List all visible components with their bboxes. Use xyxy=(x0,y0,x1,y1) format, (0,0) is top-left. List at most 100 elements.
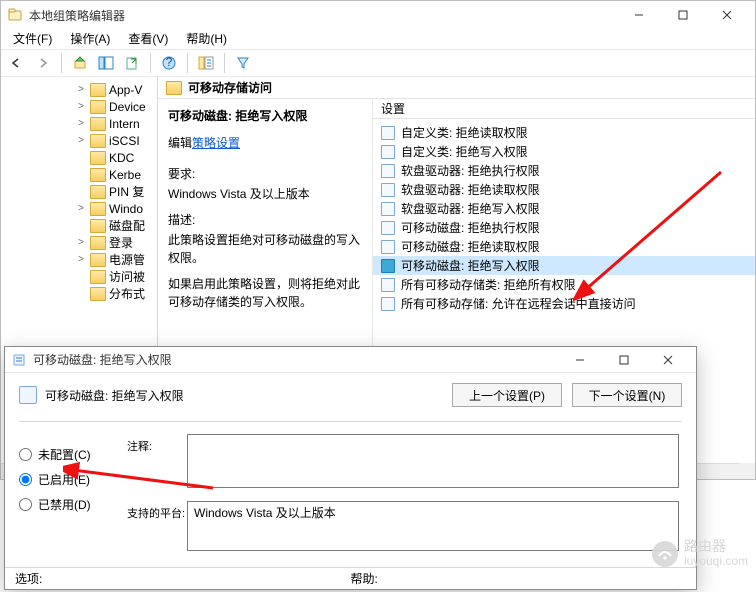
settings-list-item[interactable]: 自定义类: 拒绝读取权限 xyxy=(373,123,755,142)
selected-policy-name: 可移动磁盘: 拒绝写入权限 xyxy=(168,107,362,124)
tree-node[interactable]: Kerbe xyxy=(1,166,157,183)
tree-node-label: 磁盘配 xyxy=(109,217,145,234)
radio-enabled[interactable]: 已启用(E) xyxy=(19,471,127,488)
scrollbar-corner xyxy=(739,463,755,479)
detail-header: 可移动存储访问 xyxy=(158,77,755,99)
settings-list-item[interactable]: 可移动磁盘: 拒绝读取权限 xyxy=(373,237,755,256)
settings-list-item[interactable]: 所有可移动存储类: 拒绝所有权限 xyxy=(373,275,755,294)
tree-caret-icon[interactable]: > xyxy=(75,84,87,95)
policy-icon xyxy=(381,164,395,178)
tree-node[interactable]: > 电源管 xyxy=(1,251,157,268)
settings-list-item[interactable]: 所有可移动存储: 允许在远程会话中直接访问 xyxy=(373,294,755,313)
folder-icon xyxy=(90,270,106,284)
close-button[interactable] xyxy=(705,1,749,29)
policy-icon xyxy=(381,145,395,159)
policy-icon xyxy=(381,202,395,216)
policy-icon xyxy=(381,126,395,140)
settings-head-label: 设置 xyxy=(381,100,405,117)
platform-box: Windows Vista 及以上版本 xyxy=(187,501,679,551)
settings-list-item[interactable]: 可移动磁盘: 拒绝执行权限 xyxy=(373,218,755,237)
help-label: 帮助: xyxy=(351,570,687,587)
tree-caret-icon[interactable]: > xyxy=(75,203,87,214)
show-hide-tree-button[interactable] xyxy=(94,51,118,75)
tree-caret-icon[interactable]: > xyxy=(75,118,87,129)
tree-caret-icon[interactable]: > xyxy=(75,135,87,146)
platform-value: Windows Vista 及以上版本 xyxy=(194,506,336,520)
help-button[interactable]: ? xyxy=(157,51,181,75)
tree-node-label: Intern xyxy=(109,117,140,131)
tree-node[interactable]: KDC xyxy=(1,149,157,166)
radio-disabled[interactable]: 已禁用(D) xyxy=(19,496,127,513)
dialog-maximize-button[interactable] xyxy=(602,347,646,373)
comment-row: 注释: xyxy=(127,434,682,491)
menu-action[interactable]: 操作(A) xyxy=(62,29,118,49)
settings-list-item[interactable]: 可移动磁盘: 拒绝写入权限 xyxy=(373,256,755,275)
dialog-body: 可移动磁盘: 拒绝写入权限 上一个设置(P) 下一个设置(N) 未配置(C) 已… xyxy=(5,373,696,567)
toolbar: ? xyxy=(1,49,755,77)
tree-node[interactable]: 分布式 xyxy=(1,285,157,302)
settings-column-header[interactable]: 设置 xyxy=(373,99,755,119)
edit-policy-link[interactable]: 策略设置 xyxy=(192,136,240,150)
radio-disabled-input[interactable] xyxy=(19,498,32,511)
tree-node-label: PIN 复 xyxy=(109,183,144,200)
tree-node[interactable]: >iSCSI xyxy=(1,132,157,149)
tree-node[interactable]: >Windo xyxy=(1,200,157,217)
back-button[interactable] xyxy=(5,51,29,75)
tree-caret-icon[interactable]: > xyxy=(75,101,87,112)
radio-enabled-input[interactable] xyxy=(19,473,32,486)
maximize-button[interactable] xyxy=(661,1,705,29)
previous-setting-button[interactable]: 上一个设置(P) xyxy=(452,383,562,407)
settings-list-item[interactable]: 软盘驱动器: 拒绝执行权限 xyxy=(373,161,755,180)
tree-node[interactable]: >登录 xyxy=(1,234,157,251)
next-setting-button[interactable]: 下一个设置(N) xyxy=(572,383,682,407)
dialog-close-button[interactable] xyxy=(646,347,690,373)
settings-list-item[interactable]: 软盘驱动器: 拒绝读取权限 xyxy=(373,180,755,199)
settings-item-label: 可移动磁盘: 拒绝执行权限 xyxy=(401,219,540,236)
up-button[interactable] xyxy=(68,51,92,75)
radio-unconfigured[interactable]: 未配置(C) xyxy=(19,446,127,463)
menu-help[interactable]: 帮助(H) xyxy=(178,29,235,49)
folder-icon xyxy=(90,134,106,148)
radio-unconfigured-input[interactable] xyxy=(19,448,32,461)
watermark-brand: 路由器 xyxy=(684,539,748,554)
tree-node[interactable]: 访问被 xyxy=(1,268,157,285)
policy-dialog: 可移动磁盘: 拒绝写入权限 可移动磁盘: 拒绝写入权限 上一个设置(P) 下一个… xyxy=(4,346,697,590)
tree-node[interactable]: > Intern xyxy=(1,115,157,132)
dialog-minimize-button[interactable] xyxy=(558,347,602,373)
tree-node-label: 电源管 xyxy=(109,251,145,268)
menu-view[interactable]: 查看(V) xyxy=(120,29,176,49)
policy-icon xyxy=(381,183,395,197)
minimize-button[interactable] xyxy=(617,1,661,29)
settings-item-label: 自定义类: 拒绝读取权限 xyxy=(401,124,528,141)
state-radio-group: 未配置(C) 已启用(E) 已禁用(D) xyxy=(19,434,127,561)
menu-file[interactable]: 文件(F) xyxy=(5,29,60,49)
tree-node[interactable]: 磁盘配 xyxy=(1,217,157,234)
tree-caret-icon[interactable]: > xyxy=(75,254,87,265)
requirement-label: 要求: xyxy=(168,165,362,183)
watermark-text: 路由器 luyouqi.com xyxy=(684,539,748,568)
watermark-domain: luyouqi.com xyxy=(684,555,748,568)
export-button[interactable] xyxy=(120,51,144,75)
comment-textarea[interactable] xyxy=(187,434,679,488)
settings-list-item[interactable]: 软盘驱动器: 拒绝写入权限 xyxy=(373,199,755,218)
filter-button[interactable] xyxy=(231,51,255,75)
properties-button[interactable] xyxy=(194,51,218,75)
dialog-title: 可移动磁盘: 拒绝写入权限 xyxy=(33,351,558,368)
tree-node-label: KDC xyxy=(109,151,134,165)
platform-label: 支持的平台: xyxy=(127,501,187,521)
tree-node-label: App-V xyxy=(109,83,142,97)
tree-caret-icon[interactable]: > xyxy=(75,237,87,248)
dialog-heading: 可移动磁盘: 拒绝写入权限 xyxy=(45,387,452,404)
tree-node[interactable]: > App-V xyxy=(1,81,157,98)
window-controls xyxy=(617,1,749,29)
tree-node[interactable]: >Device xyxy=(1,98,157,115)
divider xyxy=(19,421,682,422)
forward-button[interactable] xyxy=(31,51,55,75)
comment-label: 注释: xyxy=(127,434,187,454)
settings-list-item[interactable]: 自定义类: 拒绝写入权限 xyxy=(373,142,755,161)
folder-icon xyxy=(90,185,106,199)
tree-node[interactable]: PIN 复 xyxy=(1,183,157,200)
svg-text:?: ? xyxy=(166,56,173,69)
folder-icon xyxy=(90,100,106,114)
folder-icon xyxy=(90,202,106,216)
